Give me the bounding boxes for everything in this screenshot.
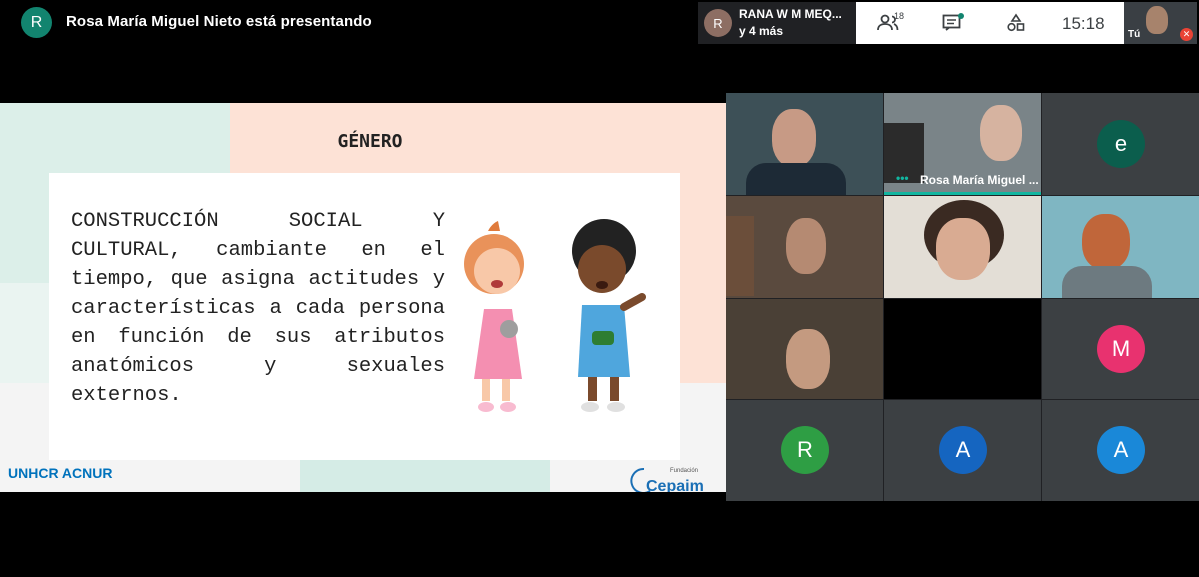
participant-avatar: M (1097, 325, 1145, 373)
raised-hand-name: RANA W M MEQ... (739, 7, 842, 21)
participant-tile[interactable]: A (884, 400, 1041, 501)
participant-tile[interactable] (726, 93, 883, 195)
svg-text:Fundación: Fundación (670, 468, 698, 474)
active-speaker-bar (884, 192, 1041, 195)
participant-grid: ••• Rosa María Miguel ... e M R A A (726, 93, 1199, 501)
presentation-slide: GÉNERO CONSTRUCCIÓN SOCIAL Y CULTURAL, c… (0, 103, 726, 492)
participant-video (746, 163, 846, 195)
participants-count: 18 (894, 11, 905, 21)
participant-video (936, 218, 990, 280)
participant-tile[interactable] (726, 299, 883, 399)
raised-hands-notice[interactable]: R RANA W M MEQ... y 4 más (698, 2, 856, 44)
participant-video (786, 218, 826, 274)
slide-body-text: CONSTRUCCIÓN SOCIAL Y CULTURAL, cambiant… (71, 210, 445, 407)
cepaim-logo: Fundación Cepaim (630, 467, 704, 492)
activities-icon[interactable] (1002, 12, 1030, 34)
slide-title: GÉNERO (337, 131, 403, 152)
participant-tile[interactable]: e (1042, 93, 1199, 195)
participant-avatar: R (781, 426, 829, 474)
self-label: Tú (1128, 29, 1141, 40)
participant-video (772, 109, 816, 167)
participant-tile[interactable] (884, 196, 1041, 298)
participant-name: Rosa María Miguel ... (920, 173, 1039, 187)
presenting-label: Rosa María Miguel Nieto está presentando (66, 13, 372, 30)
participant-video (786, 329, 830, 389)
crying-children-illustration (464, 219, 646, 412)
participant-tile[interactable] (1042, 196, 1199, 298)
mic-off-icon: ✕ (1180, 28, 1193, 41)
chat-unread-dot (958, 13, 964, 19)
participant-video (1062, 266, 1152, 298)
unhcr-logo: UNHCR ACNUR (8, 465, 113, 481)
participant-tile-presenter[interactable]: ••• Rosa María Miguel ... (884, 93, 1041, 195)
svg-text:Cepaim: Cepaim (646, 478, 704, 492)
participant-tile[interactable] (726, 196, 883, 298)
participant-video (1082, 214, 1130, 270)
raised-hand-avatar: R (704, 9, 732, 37)
self-video (1146, 6, 1168, 34)
top-toolbar: 18 15:18 (856, 2, 1124, 44)
participant-avatar: A (939, 426, 987, 474)
participant-avatar: e (1097, 120, 1145, 168)
slide-card: CONSTRUCCIÓN SOCIAL Y CULTURAL, cambiant… (49, 173, 680, 460)
participant-tile[interactable]: R (726, 400, 883, 501)
presenter-avatar: R (21, 7, 52, 38)
participant-video (726, 216, 754, 296)
speaking-indicator-icon: ••• (896, 171, 909, 185)
participant-tile[interactable] (884, 299, 1041, 399)
participant-tile[interactable]: M (1042, 299, 1199, 399)
participant-tile[interactable]: A (1042, 400, 1199, 501)
self-view-tile[interactable]: Tú ✕ (1124, 2, 1197, 44)
participant-video (980, 105, 1022, 161)
participant-avatar: A (1097, 426, 1145, 474)
clock: 15:18 (1062, 14, 1105, 33)
raised-hand-more: y 4 más (739, 24, 784, 38)
